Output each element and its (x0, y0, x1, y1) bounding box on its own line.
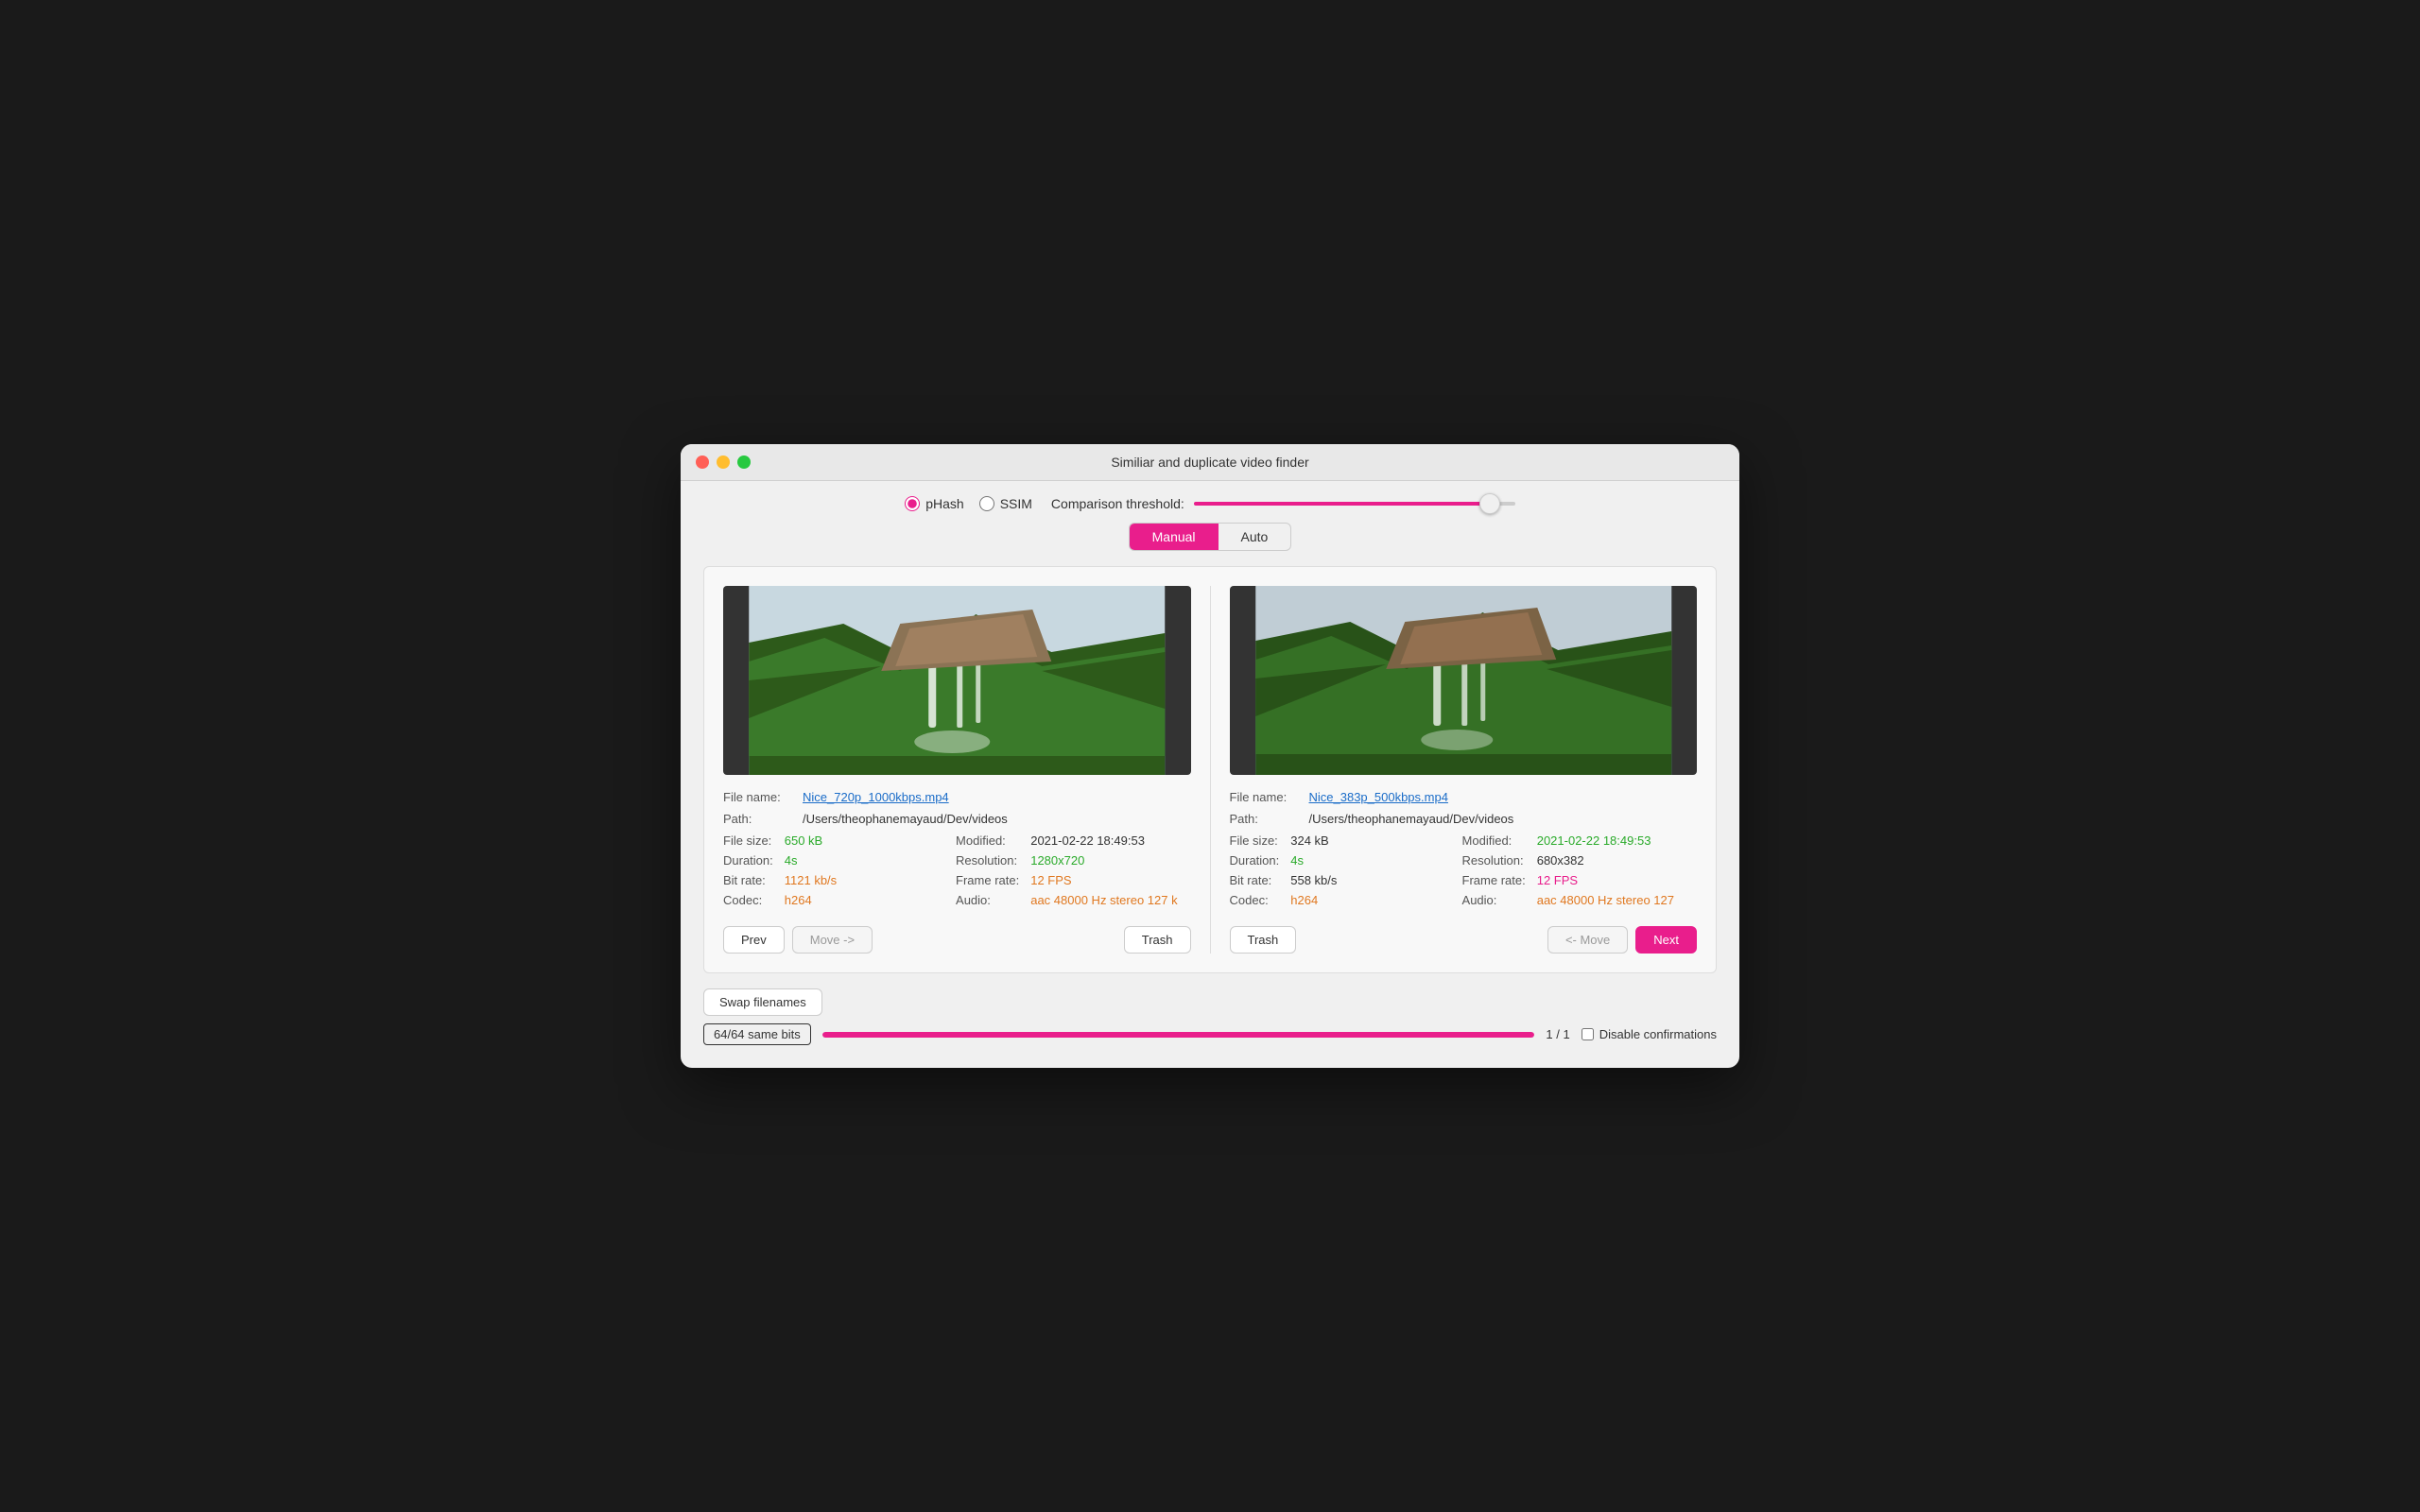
mode-toggle: Manual Auto (1129, 523, 1292, 551)
minimize-button[interactable] (717, 455, 730, 469)
right-duration-label: Duration: (1230, 853, 1280, 868)
right-info-grid: File size: 324 kB Modified: 2021-02-22 1… (1230, 833, 1698, 907)
progress-bar (822, 1032, 1535, 1038)
phash-radio[interactable] (905, 496, 920, 511)
disable-confirmations-checkbox[interactable] (1582, 1028, 1594, 1040)
left-path-label: Path: (723, 812, 799, 826)
videos-comparison-area: File name: Nice_720p_1000kbps.mp4 Path: … (703, 566, 1717, 973)
phash-label: pHash (925, 496, 963, 511)
right-codec-label: Codec: (1230, 893, 1280, 907)
trash-right-button[interactable]: Trash (1230, 926, 1297, 954)
prev-button[interactable]: Prev (723, 926, 785, 954)
right-audio-value: aac 48000 Hz stereo 127 (1537, 893, 1697, 907)
left-filesize-label: File size: (723, 833, 773, 848)
left-filesize-value: 650 kB (785, 833, 944, 848)
left-filename-label: File name: (723, 790, 799, 804)
ssim-radio-label[interactable]: SSIM (979, 496, 1032, 511)
right-file-info: File name: Nice_383p_500kbps.mp4 Path: /… (1230, 775, 1698, 919)
right-audio-label: Audio: (1462, 893, 1526, 907)
threshold-slider[interactable] (1194, 502, 1515, 506)
right-modified-value: 2021-02-22 18:49:53 (1537, 833, 1697, 848)
right-path-value: /Users/theophanemayaud/Dev/videos (1309, 812, 1514, 826)
left-codec-value: h264 (785, 893, 944, 907)
move-left-button[interactable]: <- Move (1547, 926, 1628, 954)
trash-left-button[interactable]: Trash (1124, 926, 1191, 954)
app-window: Similiar and duplicate video finder pHas… (681, 444, 1739, 1068)
left-modified-label: Modified: (956, 833, 1019, 848)
right-path-row: Path: /Users/theophanemayaud/Dev/videos (1230, 812, 1698, 826)
right-video-thumbnail[interactable] (1230, 586, 1698, 775)
left-video-thumbnail[interactable] (723, 586, 1191, 775)
left-video-panel: File name: Nice_720p_1000kbps.mp4 Path: … (723, 586, 1211, 954)
ssim-label: SSIM (1000, 496, 1032, 511)
left-bitrate-label: Bit rate: (723, 873, 773, 887)
left-filename-row: File name: Nice_720p_1000kbps.mp4 (723, 790, 1191, 804)
swap-filenames-button[interactable]: Swap filenames (703, 988, 822, 1016)
traffic-lights (696, 455, 751, 469)
left-info-grid: File size: 650 kB Modified: 2021-02-22 1… (723, 833, 1191, 907)
threshold-label: Comparison threshold: (1051, 496, 1184, 511)
same-bits-badge: 64/64 same bits (703, 1023, 811, 1045)
titlebar: Similiar and duplicate video finder (681, 444, 1739, 481)
right-filename-label: File name: (1230, 790, 1305, 804)
disable-confirmations-label: Disable confirmations (1599, 1027, 1717, 1041)
window-title: Similiar and duplicate video finder (1111, 455, 1308, 470)
toolbar: pHash SSIM Comparison threshold: (703, 496, 1717, 511)
right-duration-value: 4s (1290, 853, 1450, 868)
move-right-button[interactable]: Move -> (792, 926, 873, 954)
manual-mode-button[interactable]: Manual (1130, 524, 1219, 550)
left-file-info: File name: Nice_720p_1000kbps.mp4 Path: … (723, 775, 1191, 919)
next-button[interactable]: Next (1635, 926, 1697, 954)
left-path-value: /Users/theophanemayaud/Dev/videos (803, 812, 1008, 826)
right-filename-row: File name: Nice_383p_500kbps.mp4 (1230, 790, 1698, 804)
right-resolution-value: 680x382 (1537, 853, 1697, 868)
left-resolution-value: 1280x720 (1030, 853, 1190, 868)
right-resolution-label: Resolution: (1462, 853, 1526, 868)
left-codec-label: Codec: (723, 893, 773, 907)
main-content: pHash SSIM Comparison threshold: Manual … (681, 481, 1739, 1068)
left-bitrate-value: 1121 kb/s (785, 873, 944, 887)
left-framerate-label: Frame rate: (956, 873, 1019, 887)
right-filesize-label: File size: (1230, 833, 1280, 848)
left-framerate-value: 12 FPS (1030, 873, 1190, 887)
left-audio-label: Audio: (956, 893, 1019, 907)
right-filesize-value: 324 kB (1290, 833, 1450, 848)
progress-bar-fill (822, 1032, 1535, 1038)
left-resolution-label: Resolution: (956, 853, 1019, 868)
left-filename-value[interactable]: Nice_720p_1000kbps.mp4 (803, 790, 949, 804)
close-button[interactable] (696, 455, 709, 469)
right-bitrate-label: Bit rate: (1230, 873, 1280, 887)
left-duration-label: Duration: (723, 853, 773, 868)
right-codec-value: h264 (1290, 893, 1450, 907)
right-framerate-label: Frame rate: (1462, 873, 1526, 887)
auto-mode-button[interactable]: Auto (1219, 524, 1291, 550)
right-modified-label: Modified: (1462, 833, 1526, 848)
phash-radio-label[interactable]: pHash (905, 496, 963, 511)
left-duration-value: 4s (785, 853, 944, 868)
maximize-button[interactable] (737, 455, 751, 469)
left-modified-value: 2021-02-22 18:49:53 (1030, 833, 1190, 848)
left-action-buttons: Prev Move -> Trash (723, 926, 1191, 954)
disable-confirmations-group: Disable confirmations (1582, 1027, 1717, 1041)
left-path-row: Path: /Users/theophanemayaud/Dev/videos (723, 812, 1191, 826)
ssim-radio[interactable] (979, 496, 994, 511)
right-filename-value[interactable]: Nice_383p_500kbps.mp4 (1309, 790, 1448, 804)
right-framerate-value: 12 FPS (1537, 873, 1697, 887)
page-indicator: 1 / 1 (1546, 1027, 1569, 1041)
right-action-buttons: Trash <- Move Next (1230, 926, 1698, 954)
algorithm-selector: pHash SSIM (905, 496, 1032, 511)
right-bitrate-value: 558 kb/s (1290, 873, 1450, 887)
threshold-group: Comparison threshold: (1051, 496, 1515, 511)
right-video-panel: File name: Nice_383p_500kbps.mp4 Path: /… (1211, 586, 1698, 954)
bottom-area: Swap filenames 64/64 same bits 1 / 1 Dis… (703, 988, 1717, 1049)
left-audio-value: aac 48000 Hz stereo 127 k (1030, 893, 1190, 907)
right-path-label: Path: (1230, 812, 1305, 826)
status-bar: 64/64 same bits 1 / 1 Disable confirmati… (703, 1016, 1717, 1049)
